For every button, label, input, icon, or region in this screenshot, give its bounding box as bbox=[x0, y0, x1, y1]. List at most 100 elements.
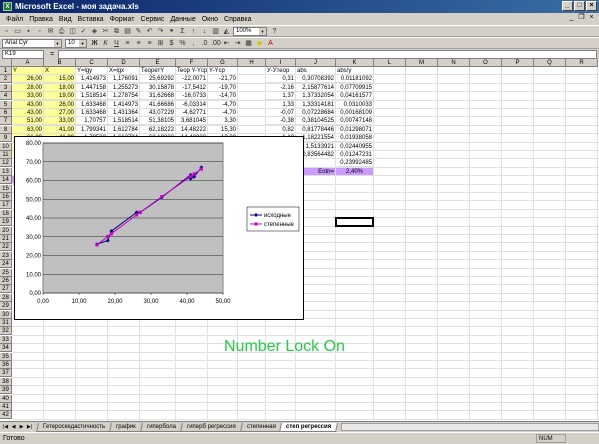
align-right-icon[interactable]: ≡ bbox=[145, 39, 154, 48]
excel-icon[interactable]: X bbox=[3, 2, 12, 11]
cell-K12[interactable]: 0,23992485 bbox=[336, 159, 374, 168]
research-icon[interactable]: ◈ bbox=[90, 27, 99, 36]
cell-A8[interactable]: 63,00 bbox=[12, 125, 44, 134]
cell-C3[interactable]: 1,447158 bbox=[76, 83, 108, 92]
cell-F1[interactable]: Teop Y-Ycp bbox=[176, 67, 208, 75]
cell-D2[interactable]: 1,176091 bbox=[108, 75, 140, 84]
cell-F5[interactable]: -6,03314 bbox=[176, 100, 208, 109]
menu-item-4[interactable]: Формат bbox=[107, 16, 138, 23]
row-header-35[interactable]: 35 bbox=[0, 352, 12, 361]
column-header-P[interactable]: P bbox=[502, 59, 534, 67]
cut-icon[interactable]: ✂ bbox=[101, 27, 110, 36]
formula-input[interactable] bbox=[58, 49, 597, 59]
cell-A5[interactable]: 43,00 bbox=[12, 100, 44, 109]
cell-E7[interactable]: 51,38105 bbox=[140, 117, 176, 126]
align-left-icon[interactable]: ≡ bbox=[123, 39, 132, 48]
doc-minimize-icon[interactable]: _ bbox=[567, 14, 576, 22]
cell-A1[interactable]: Y bbox=[12, 67, 44, 75]
cell-I1[interactable]: У-Утеор bbox=[266, 67, 296, 75]
row-header-10[interactable]: 10 bbox=[0, 142, 12, 151]
row-header-36[interactable]: 36 bbox=[0, 361, 12, 369]
maximize-button[interactable]: □ bbox=[574, 1, 585, 11]
cell-K8[interactable]: 0,01298071 bbox=[336, 125, 374, 134]
row-header-12[interactable]: 12 bbox=[0, 159, 12, 168]
cell-B5[interactable]: 26,00 bbox=[44, 100, 76, 109]
menu-item-0[interactable]: Файл bbox=[3, 16, 26, 23]
row-header-13[interactable]: 13 bbox=[0, 167, 12, 176]
row-header-17[interactable]: 17 bbox=[0, 201, 12, 210]
row-header-24[interactable]: 24 bbox=[0, 260, 12, 269]
zoom-select[interactable]: 100% bbox=[233, 26, 267, 36]
cell-I4[interactable]: 1,37 bbox=[266, 92, 296, 101]
close-button[interactable]: × bbox=[586, 1, 597, 11]
cell-F4[interactable]: -16,0733 bbox=[176, 92, 208, 101]
column-header-A[interactable]: A bbox=[12, 59, 44, 67]
cell-E4[interactable]: 31,62668 bbox=[140, 92, 176, 101]
sort-desc-icon[interactable]: ↓ bbox=[200, 27, 209, 36]
next-sheet-icon[interactable]: ▶ bbox=[18, 423, 25, 431]
borders-icon[interactable]: ▦ bbox=[244, 39, 253, 48]
cell-E2[interactable]: 25,69292 bbox=[140, 75, 176, 84]
cell-G6[interactable]: -4,70 bbox=[208, 109, 238, 117]
cell-I8[interactable]: 0,82 bbox=[266, 125, 296, 134]
cell-B1[interactable]: X bbox=[44, 67, 76, 75]
active-cell-K19[interactable] bbox=[335, 217, 374, 227]
row-header-33[interactable]: 33 bbox=[0, 335, 12, 344]
open-icon[interactable]: ▭ bbox=[13, 27, 22, 36]
align-center-icon[interactable]: ≡ bbox=[134, 39, 143, 48]
cell-I7[interactable]: -0,38 bbox=[266, 117, 296, 126]
cell-A6[interactable]: 43,00 bbox=[12, 109, 44, 117]
cell-K5[interactable]: 0,0310033 bbox=[336, 100, 374, 109]
cell-I2[interactable]: 0,31 bbox=[266, 75, 296, 84]
row-header-34[interactable]: 34 bbox=[0, 344, 12, 353]
currency-icon[interactable]: $ bbox=[167, 39, 176, 48]
paste-icon[interactable]: ▤ bbox=[123, 27, 132, 36]
cell-G1[interactable]: Y-Ycp bbox=[208, 67, 238, 75]
column-header-R[interactable]: R bbox=[566, 59, 598, 67]
cell-E6[interactable]: 43,07229 bbox=[140, 109, 176, 117]
doc-restore-icon[interactable]: ❐ bbox=[577, 14, 586, 22]
cell-C7[interactable]: 1,70757 bbox=[76, 117, 108, 126]
sheet-tab-5[interactable]: степ регрессия bbox=[279, 422, 339, 432]
row-header-40[interactable]: 40 bbox=[0, 394, 12, 403]
cell-K7[interactable]: 0,00747148 bbox=[336, 117, 374, 126]
row-header-5[interactable]: 5 bbox=[0, 100, 12, 109]
cell-A4[interactable]: 33,00 bbox=[12, 92, 44, 101]
row-header-4[interactable]: 4 bbox=[0, 92, 12, 101]
preview-icon[interactable]: ◫ bbox=[68, 27, 77, 36]
cell-D4[interactable]: 1,278754 bbox=[108, 92, 140, 101]
font-select[interactable]: Arial Cyr bbox=[2, 38, 62, 48]
copy-icon[interactable]: ⧉ bbox=[112, 27, 121, 36]
new-icon[interactable]: ▫ bbox=[2, 27, 11, 36]
menu-item-3[interactable]: Вставка bbox=[75, 16, 107, 23]
column-header-N[interactable]: N bbox=[438, 59, 470, 67]
sheet-tab-3[interactable]: гиперб регрессия bbox=[179, 422, 243, 432]
row-header-42[interactable]: 42 bbox=[0, 411, 12, 420]
italic-icon[interactable]: К bbox=[101, 39, 110, 48]
cell-B7[interactable]: 33,00 bbox=[44, 117, 76, 126]
prev-sheet-icon[interactable]: ◀ bbox=[10, 423, 17, 431]
column-header-F[interactable]: F bbox=[176, 59, 208, 67]
row-header-37[interactable]: 37 bbox=[0, 369, 12, 378]
font-color-icon[interactable]: A bbox=[266, 39, 275, 48]
row-header-29[interactable]: 29 bbox=[0, 302, 12, 311]
row-header-20[interactable]: 20 bbox=[0, 226, 12, 235]
cell-K4[interactable]: 0,04161577 bbox=[336, 92, 374, 101]
percent-icon[interactable]: % bbox=[178, 39, 187, 48]
cell-D1[interactable]: X=lgx bbox=[108, 67, 140, 75]
cell-A3[interactable]: 28,00 bbox=[12, 83, 44, 92]
row-header-22[interactable]: 22 bbox=[0, 243, 12, 252]
column-header-H[interactable]: H bbox=[238, 59, 266, 67]
row-header-18[interactable]: 18 bbox=[0, 209, 12, 218]
row-header-8[interactable]: 8 bbox=[0, 125, 12, 134]
chart-wizard-icon[interactable]: ▥ bbox=[211, 27, 220, 36]
row-header-14[interactable]: 14 bbox=[0, 176, 12, 185]
row-header-6[interactable]: 6 bbox=[0, 109, 12, 117]
column-header-B[interactable]: B bbox=[44, 59, 76, 67]
cell-J3[interactable]: 2,15877614 bbox=[296, 83, 336, 92]
row-header-27[interactable]: 27 bbox=[0, 285, 12, 294]
cell-D8[interactable]: 1,612784 bbox=[108, 125, 140, 134]
sheet-tab-1[interactable]: график bbox=[109, 422, 143, 432]
cell-D3[interactable]: 1,255273 bbox=[108, 83, 140, 92]
cell-D6[interactable]: 1,431364 bbox=[108, 109, 140, 117]
